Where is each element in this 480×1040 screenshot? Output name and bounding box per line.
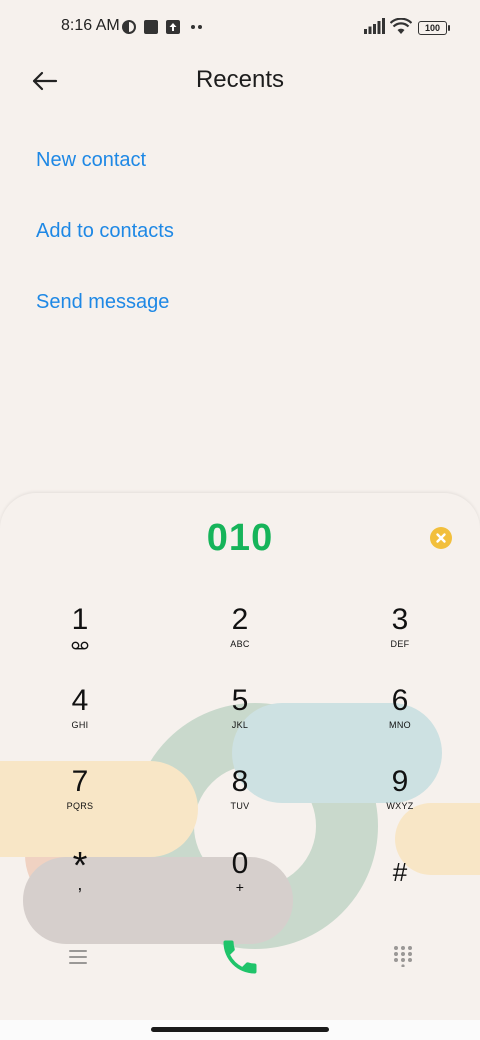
more-notifications-icon <box>191 25 202 29</box>
wifi-icon <box>390 18 412 34</box>
key-digit: 0 <box>231 847 249 880</box>
home-indicator[interactable] <box>151 1027 329 1032</box>
key-letters: PQRS <box>66 801 94 811</box>
key-digit: 7 <box>71 765 89 798</box>
call-button[interactable] <box>218 935 262 979</box>
key-letters: TUV <box>230 801 250 811</box>
menu-button[interactable] <box>66 945 90 969</box>
dialpad-icon <box>394 946 412 968</box>
clear-button[interactable] <box>430 527 452 549</box>
menu-icon <box>69 950 87 964</box>
key-letters: MNO <box>389 720 411 730</box>
key-0[interactable]: 0 + <box>180 847 300 917</box>
status-time: 8:16 AM <box>61 17 120 34</box>
key-digit: 4 <box>71 684 89 717</box>
key-9[interactable]: 9 WXYZ <box>340 765 460 835</box>
key-hash[interactable]: # <box>340 855 460 925</box>
key-6[interactable]: 6 MNO <box>340 684 460 754</box>
key-digit: 2 <box>231 603 249 636</box>
phone-icon <box>223 940 257 974</box>
key-letters: + <box>235 879 245 895</box>
key-digit: # <box>392 857 408 887</box>
new-contact-button[interactable]: New contact <box>36 149 146 172</box>
close-circle-icon <box>436 533 446 543</box>
upload-icon <box>166 20 180 34</box>
key-2[interactable]: 2 ABC <box>180 603 300 673</box>
key-digit: 6 <box>391 684 409 717</box>
key-digit: 8 <box>231 765 249 798</box>
key-letters: DEF <box>390 639 410 649</box>
key-8[interactable]: 8 TUV <box>180 765 300 835</box>
key-letters: GHI <box>71 720 89 730</box>
key-letters: , <box>77 874 83 894</box>
key-digit: 1 <box>71 603 89 636</box>
dialer-panel: 010 1 2 ABC 3 DEF 4 GHI 5 JKL 6 MNO 7 PQ… <box>0 493 480 1020</box>
send-message-button[interactable]: Send message <box>36 291 169 314</box>
key-digit: 5 <box>231 684 249 717</box>
key-7[interactable]: 7 PQRS <box>20 765 140 835</box>
key-letters: WXYZ <box>386 801 414 811</box>
key-star[interactable]: * , <box>20 847 140 921</box>
battery-indicator: 100 <box>418 21 450 35</box>
dialpad-toggle-button[interactable] <box>392 945 414 968</box>
page-title: Recents <box>195 66 285 93</box>
key-3[interactable]: 3 DEF <box>340 603 460 673</box>
signal-icon <box>364 18 385 34</box>
key-5[interactable]: 5 JKL <box>180 684 300 754</box>
key-letters: JKL <box>231 720 249 730</box>
key-1[interactable]: 1 <box>20 603 140 673</box>
voicemail-icon <box>71 641 89 650</box>
status-bar: 8:16 AM 100 <box>0 0 480 56</box>
notification-app-icon <box>122 20 136 34</box>
key-digit: 3 <box>391 603 409 636</box>
key-letters: ABC <box>230 639 250 649</box>
key-4[interactable]: 4 GHI <box>20 684 140 754</box>
dialed-number: 010 <box>206 517 274 559</box>
notification-square-icon <box>144 20 158 34</box>
add-to-contacts-button[interactable]: Add to contacts <box>36 220 174 243</box>
key-digit: 9 <box>391 765 409 798</box>
